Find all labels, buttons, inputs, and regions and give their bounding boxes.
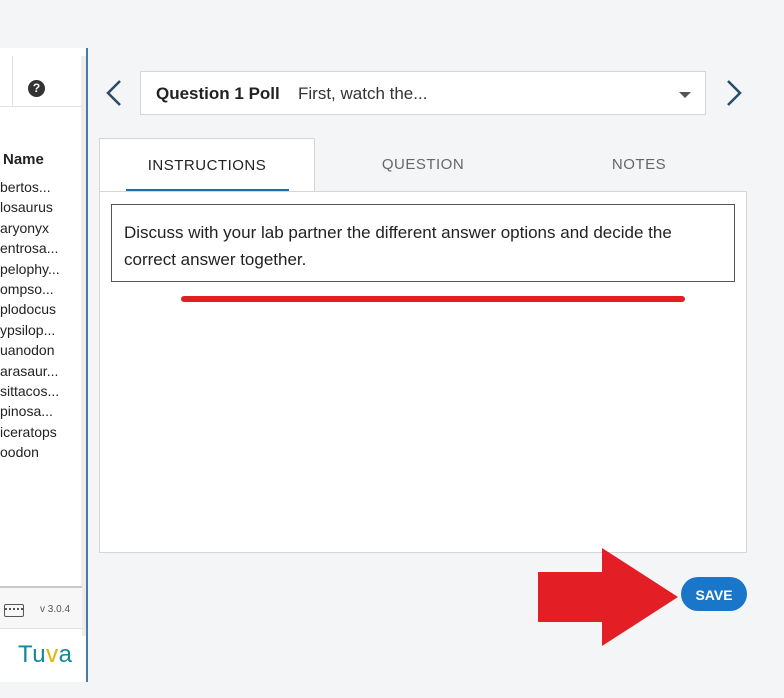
chevron-right-icon: [727, 80, 742, 106]
list-item[interactable]: ompso...: [0, 281, 80, 301]
left-panel: ? Name bertos... losaurus aryonyx entros…: [0, 48, 88, 682]
chevron-left-icon: [106, 80, 121, 106]
tab-notes[interactable]: NOTES: [531, 138, 747, 192]
tuva-logo: Tuva: [18, 641, 72, 669]
list-item[interactable]: sittacos...: [0, 383, 80, 403]
next-question-button[interactable]: [722, 78, 746, 108]
instructions-panel: Discuss with your lab partner the differ…: [99, 191, 747, 553]
keyboard-icon[interactable]: [4, 604, 24, 617]
version-label: v 3.0.4: [40, 604, 71, 615]
tab-bar: INSTRUCTIONS QUESTION NOTES: [99, 138, 747, 193]
question-select[interactable]: Question 1 Poll First, watch the...: [140, 71, 706, 115]
tab-label: INSTRUCTIONS: [147, 157, 267, 174]
list-item[interactable]: entrosa...: [0, 240, 80, 260]
left-panel-footer: v 3.0.4: [0, 586, 82, 630]
instructions-text: Discuss with your lab partner the differ…: [111, 204, 735, 282]
tab-label: NOTES: [611, 156, 667, 173]
question-title: Question 1 Poll: [156, 84, 280, 103]
name-column-header[interactable]: Name: [3, 151, 44, 168]
list-item[interactable]: iceratops: [0, 424, 80, 444]
tab-label: QUESTION: [381, 156, 465, 173]
list-item[interactable]: uanodon: [0, 342, 80, 362]
tab-question[interactable]: QUESTION: [315, 138, 531, 192]
list-item[interactable]: oodon: [0, 444, 80, 464]
list-item[interactable]: arasaur...: [0, 363, 80, 383]
list-item[interactable]: plodocus: [0, 301, 80, 321]
logo-text-suffix: a: [58, 641, 73, 668]
logo-text-highlight: v: [46, 641, 59, 668]
question-circle-icon[interactable]: ?: [28, 80, 45, 97]
tab-instructions[interactable]: INSTRUCTIONS: [99, 138, 315, 193]
previous-question-button[interactable]: [102, 78, 126, 108]
logo-text-prefix: Tu: [18, 641, 47, 668]
toolbar-divider: [12, 56, 13, 106]
left-panel-scrollbar[interactable]: [81, 56, 86, 636]
list-item[interactable]: aryonyx: [0, 220, 80, 240]
list-item[interactable]: losaurus: [0, 199, 80, 219]
list-item[interactable]: pelophy...: [0, 261, 80, 281]
caret-down-icon: [679, 92, 691, 98]
name-list: bertos... losaurus aryonyx entrosa... pe…: [0, 179, 80, 464]
annotation-underline: [181, 296, 685, 302]
save-button[interactable]: SAVE: [681, 577, 747, 611]
list-item[interactable]: pinosa...: [0, 403, 80, 423]
list-item[interactable]: bertos...: [0, 179, 80, 199]
annotation-arrow-icon: [538, 548, 678, 646]
left-toolbar: ?: [0, 56, 82, 107]
list-item[interactable]: ypsilop...: [0, 322, 80, 342]
question-subtitle: First, watch the...: [298, 84, 428, 103]
logo-area: Tuva: [0, 628, 82, 682]
